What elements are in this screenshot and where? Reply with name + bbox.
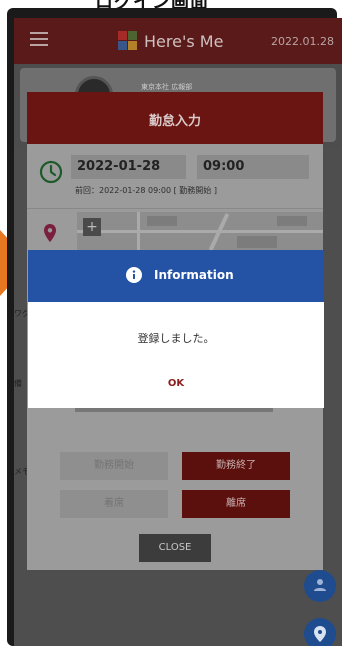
ok-button[interactable]: OK (156, 378, 196, 389)
previous-record: 前回：2022-01-28 09:00 [ 勤務開始 ] (75, 186, 217, 195)
hamburger-icon[interactable] (30, 32, 48, 46)
info-icon (126, 267, 142, 283)
attendance-dialog-header: 勤怠入力 (27, 92, 323, 144)
app-header: Here's Me 2022.01.28 (14, 18, 342, 64)
information-modal-header: Information (28, 250, 324, 302)
map-pin-icon (314, 626, 326, 642)
app-title: Here's Me (144, 32, 224, 51)
app-logo-icon (118, 31, 138, 51)
time-value: 09:00 (203, 159, 245, 174)
start-work-button[interactable]: 勤務開始 (60, 452, 168, 480)
end-work-button[interactable]: 勤務終了 (182, 452, 290, 480)
user-icon (314, 579, 326, 591)
close-button[interactable]: CLOSE (139, 534, 211, 562)
information-message: 登録しました。 (137, 332, 215, 345)
map-pin-icon (44, 224, 56, 242)
header-date: 2022.01.28 (271, 35, 334, 48)
divider (27, 208, 323, 209)
information-modal: Information 登録しました。 OK (28, 250, 324, 408)
location-map[interactable]: + (77, 212, 323, 252)
memo-field-underline (75, 408, 273, 412)
information-title: Information (154, 268, 234, 282)
date-field[interactable]: 2022-01-28 (71, 155, 186, 179)
fab-location[interactable] (304, 618, 336, 646)
time-field[interactable]: 09:00 (197, 155, 309, 179)
return-seat-button[interactable]: 着席 (60, 490, 168, 518)
profile-org: 東京本社 広報部 (141, 83, 193, 91)
zoom-in-button[interactable]: + (83, 218, 101, 236)
clock-icon (39, 160, 63, 184)
side-label: 備 (14, 379, 22, 388)
leave-seat-button[interactable]: 離席 (182, 490, 290, 518)
attendance-dialog-title: 勤怠入力 (148, 114, 201, 129)
date-value: 2022-01-28 (77, 159, 161, 174)
fab-user[interactable] (304, 570, 336, 602)
